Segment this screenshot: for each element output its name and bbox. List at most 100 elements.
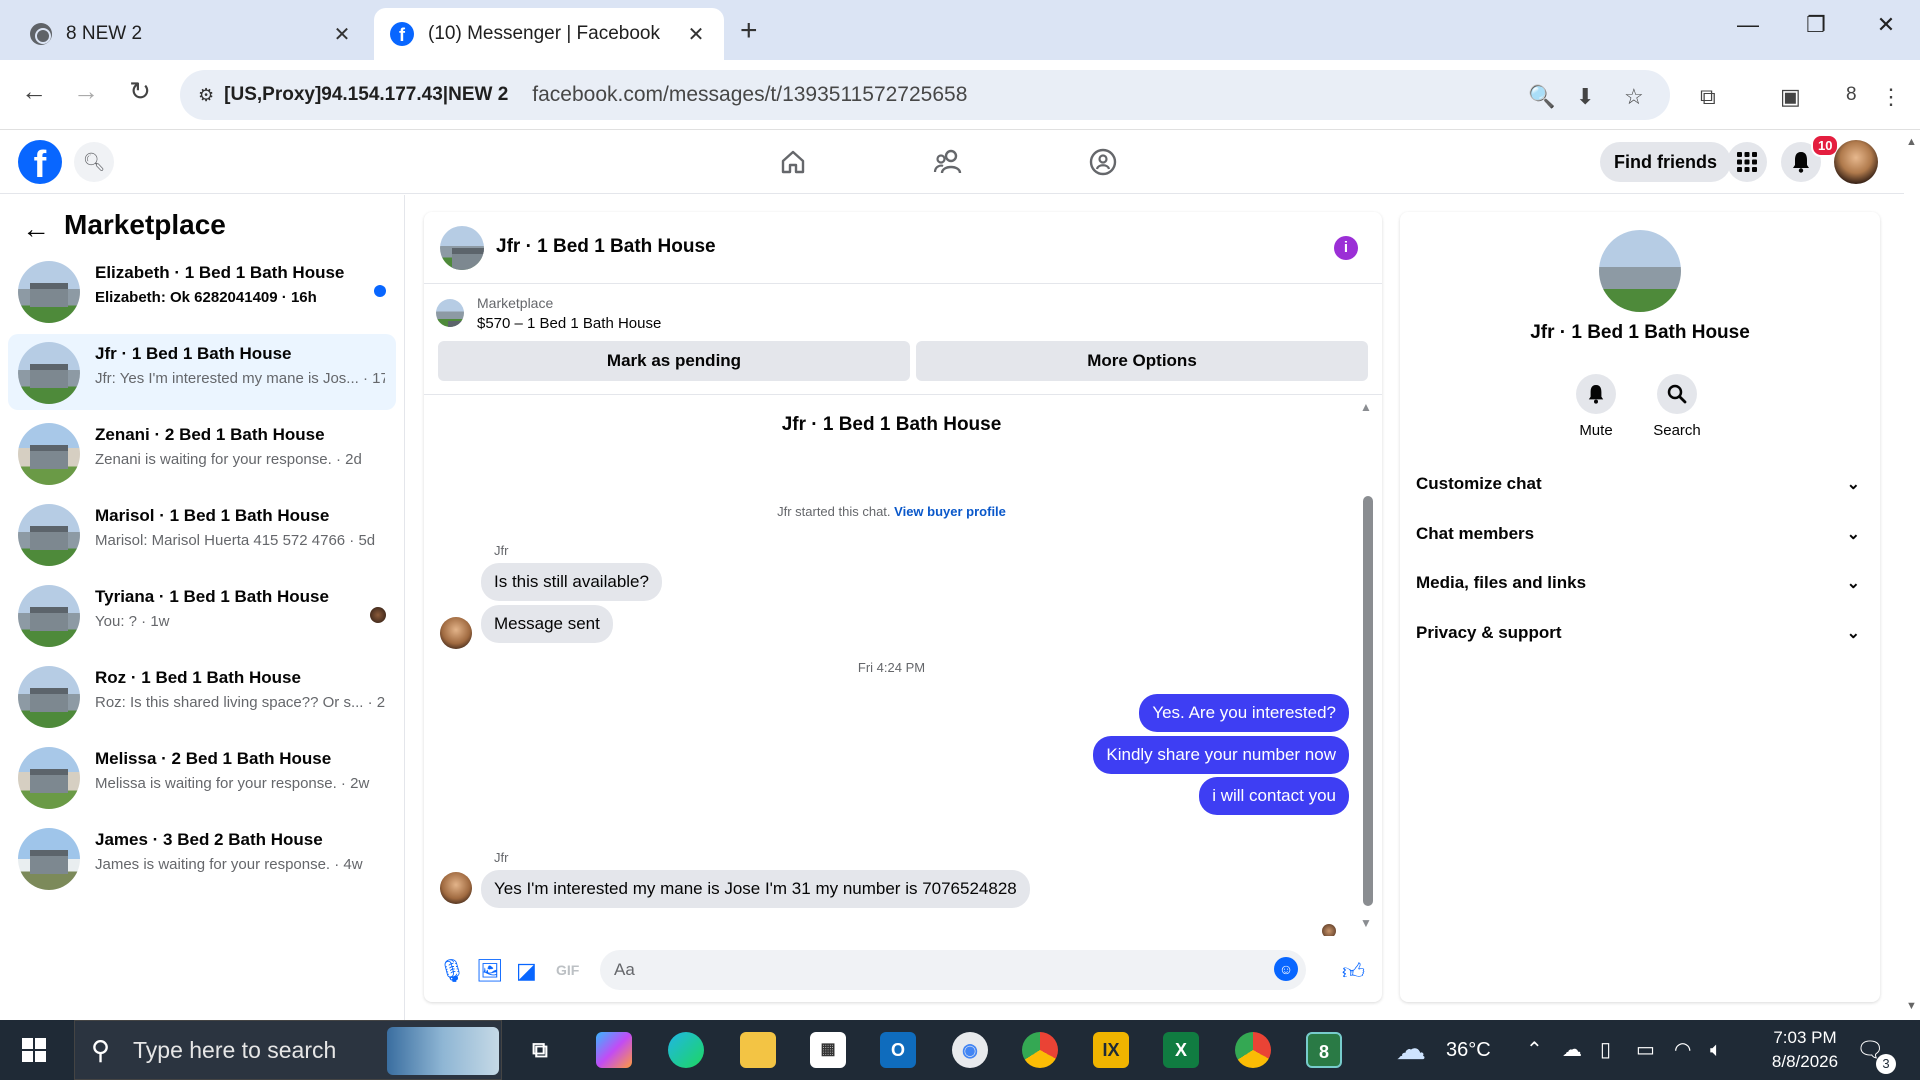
facebook-logo-icon[interactable]: f — [18, 140, 62, 186]
minimize-icon[interactable]: — — [1728, 12, 1768, 38]
customize-chat-section[interactable]: Customize chat ⌄ — [1416, 464, 1864, 504]
windows-start-icon[interactable] — [22, 1038, 46, 1062]
more-options-button[interactable]: More Options — [916, 341, 1368, 381]
tab-8-new-2[interactable]: 8 NEW 2 ✕ — [14, 8, 370, 60]
excel-icon[interactable]: X — [1163, 1032, 1199, 1068]
weather-temp[interactable]: 36°C — [1446, 1020, 1491, 1080]
onedrive-icon[interactable]: ☁ — [1562, 1020, 1582, 1080]
zoom-icon[interactable]: 🔍 — [1528, 84, 1555, 110]
forward-icon[interactable]: → — [66, 76, 106, 107]
scrollbar-thumb[interactable] — [1363, 496, 1373, 906]
incoming-message[interactable]: Is this still available? — [481, 563, 662, 601]
edge-icon[interactable] — [668, 1032, 704, 1068]
contact-avatar[interactable] — [440, 617, 472, 649]
gif-icon[interactable]: GIF — [556, 962, 579, 978]
listing-price[interactable]: $570 – 1 Bed 1 Bath House — [477, 315, 661, 332]
apps-menu-icon[interactable] — [1727, 142, 1767, 182]
find-friends-button[interactable]: Find friends — [1600, 142, 1731, 182]
message-input[interactable]: Aa — [600, 950, 1306, 990]
groups-icon[interactable] — [1083, 144, 1123, 180]
new-tab-button[interactable]: + — [740, 14, 758, 48]
outlook-icon[interactable]: O — [880, 1032, 916, 1068]
conversation-item[interactable]: Roz · 1 Bed 1 Bath House Roz: Is this sh… — [8, 658, 396, 734]
outgoing-message[interactable]: i will contact you — [1199, 777, 1349, 815]
extensions-icon[interactable]: ⧉ — [1700, 84, 1716, 110]
scroll-down-arrow-icon[interactable]: ▼ — [1360, 916, 1372, 930]
chat-started-note: Jfr started this chat. View buyer profil… — [424, 504, 1359, 519]
reload-icon[interactable]: ↻ — [120, 76, 160, 107]
tab-messenger[interactable]: f (10) Messenger | Facebook ✕ — [374, 8, 724, 60]
back-icon[interactable]: ← — [14, 76, 54, 107]
chevron-up-icon[interactable]: ⌃ — [1526, 1020, 1543, 1080]
conversation-item-selected[interactable]: Jfr · 1 Bed 1 Bath House Jfr: Yes I'm in… — [8, 334, 396, 410]
task-view-icon[interactable]: ⧉ — [522, 1032, 558, 1068]
site-settings-icon[interactable]: ⚙ — [198, 85, 214, 106]
conversation-item[interactable]: James · 3 Bed 2 Bath House James is wait… — [8, 820, 396, 896]
chat-large-avatar[interactable] — [1599, 230, 1681, 312]
info-icon[interactable]: i — [1334, 236, 1358, 260]
weather-icon[interactable]: ☁ — [1396, 1020, 1426, 1080]
friends-icon[interactable] — [928, 144, 968, 180]
conversation-name: Elizabeth · 1 Bed 1 Bath House — [95, 263, 345, 282]
antidetect-browser-icon[interactable]: 8 — [1306, 1032, 1342, 1068]
wifi-icon[interactable]: ◠ — [1674, 1020, 1691, 1080]
battery-icon[interactable]: ▭ — [1636, 1020, 1655, 1080]
outgoing-message[interactable]: Yes. Are you interested? — [1139, 694, 1349, 732]
emoji-icon[interactable]: ☺ — [1274, 957, 1298, 981]
mute-button[interactable]: Mute — [1556, 374, 1636, 439]
back-arrow-icon[interactable]: ← — [22, 213, 50, 245]
chat-avatar[interactable] — [440, 226, 484, 270]
chrome-profile-icon[interactable]: ◉ — [952, 1032, 988, 1068]
ix-browser-icon[interactable]: IX — [1093, 1032, 1129, 1068]
account-avatar[interactable] — [1834, 140, 1878, 184]
tab-search-icon[interactable]: ▣ — [1780, 84, 1801, 110]
photo-icon[interactable]: 🖼 — [476, 958, 504, 984]
thumbs-up-icon[interactable]: 👍︎ — [1342, 958, 1365, 985]
conversation-item[interactable]: Elizabeth · 1 Bed 1 Bath House Elizabeth… — [8, 253, 396, 329]
incoming-message[interactable]: Message sent — [481, 605, 613, 643]
restore-icon[interactable]: ❐ — [1796, 12, 1836, 38]
chat-title[interactable]: Jfr · 1 Bed 1 Bath House — [496, 236, 716, 258]
conversation-name: Zenani · 2 Bed 1 Bath House — [95, 425, 325, 444]
home-icon[interactable] — [773, 144, 813, 180]
conversation-item[interactable]: Zenani · 2 Bed 1 Bath House Zenani is wa… — [8, 415, 396, 491]
microsoft-store-icon[interactable]: ▦ — [810, 1032, 846, 1068]
sticker-icon[interactable]: ◪ — [516, 958, 537, 984]
conversation-item[interactable]: Melissa · 2 Bed 1 Bath House Melissa is … — [8, 739, 396, 815]
conversation-item[interactable]: Tyriana · 1 Bed 1 Bath House You: ? · 1w — [8, 577, 396, 653]
close-tab-icon[interactable]: ✕ — [330, 22, 354, 47]
contact-avatar[interactable] — [440, 872, 472, 904]
scroll-up-arrow-icon[interactable]: ▲ — [1906, 136, 1917, 148]
file-explorer-icon[interactable] — [740, 1032, 776, 1068]
mark-as-pending-button[interactable]: Mark as pending — [438, 341, 910, 381]
incoming-message[interactable]: Yes I'm interested my mane is Jose I'm 3… — [481, 870, 1030, 908]
install-icon[interactable]: ⬇ — [1576, 84, 1594, 110]
close-window-icon[interactable]: ✕ — [1866, 12, 1906, 38]
bookmark-star-icon[interactable]: ☆ — [1624, 84, 1644, 110]
view-buyer-profile-link[interactable]: View buyer profile — [894, 504, 1006, 519]
close-tab-icon[interactable]: ✕ — [684, 22, 708, 47]
copilot-icon[interactable] — [596, 1032, 632, 1068]
menu-icon[interactable]: ⋮ — [1880, 84, 1902, 110]
chat-members-section[interactable]: Chat members ⌄ — [1416, 514, 1864, 554]
search-icon[interactable]: 🔍︎ — [74, 142, 114, 182]
search-in-chat-button[interactable]: Search — [1637, 374, 1717, 439]
chrome-icon[interactable] — [1022, 1032, 1058, 1068]
chrome-icon[interactable] — [1235, 1032, 1271, 1068]
microphone-icon[interactable]: 🎙 — [438, 958, 466, 984]
media-files-links-section[interactable]: Media, files and links ⌄ — [1416, 563, 1864, 603]
device-icon[interactable]: ▯ — [1600, 1020, 1611, 1080]
system-clock[interactable]: 7:03 PM 8/8/2026 — [1745, 1026, 1865, 1074]
page-scrollbar[interactable]: ▲ ▼ — [1904, 130, 1920, 1020]
volume-icon[interactable]: 🔈︎ — [1710, 1020, 1722, 1080]
url-text[interactable]: facebook.com/messages/t/1393511572725658 — [532, 83, 967, 107]
profile-count[interactable]: 8 — [1846, 84, 1857, 106]
address-bar[interactable]: ⚙ [US,Proxy]94.154.177.43|NEW 2 facebook… — [180, 70, 1670, 120]
scroll-up-arrow-icon[interactable]: ▲ — [1360, 400, 1372, 414]
scroll-down-arrow-icon[interactable]: ▼ — [1906, 1000, 1917, 1012]
message-list[interactable]: Jfr · 1 Bed 1 Bath House Jfr started thi… — [424, 396, 1382, 936]
conversation-item[interactable]: Marisol · 1 Bed 1 Bath House Marisol: Ma… — [8, 496, 396, 572]
outgoing-message[interactable]: Kindly share your number now — [1093, 736, 1349, 774]
privacy-support-section[interactable]: Privacy & support ⌄ — [1416, 613, 1864, 653]
taskbar-search-box[interactable]: ⚲ Type here to search — [74, 1020, 502, 1080]
